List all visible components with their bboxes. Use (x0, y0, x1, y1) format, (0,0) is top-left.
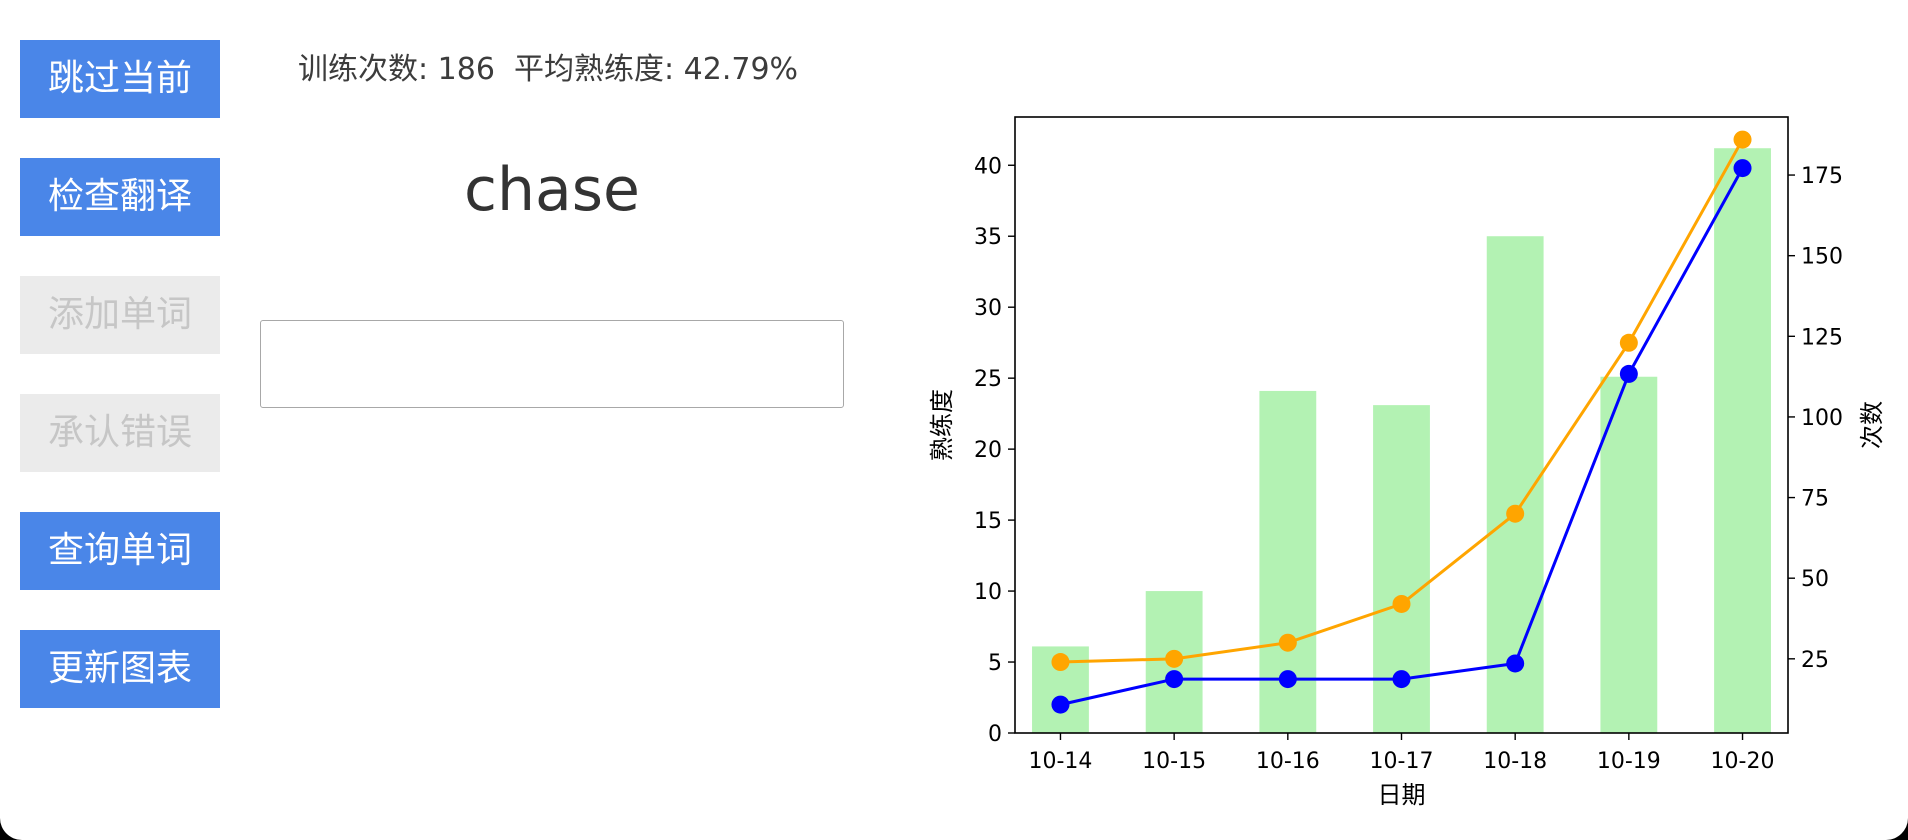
left-axis-tick-label: 20 (974, 438, 1002, 463)
x-axis-tick-label: 10-15 (1142, 749, 1206, 774)
training-stats: 训练次数: 186 平均熟练度: 42.79% (298, 44, 798, 88)
left-axis-tick-label: 40 (974, 154, 1002, 179)
right-axis-tick-label: 175 (1801, 164, 1843, 189)
check-translation-button[interactable]: 检查翻译 (20, 158, 220, 236)
proficiency-line-point (1733, 159, 1752, 178)
admit-mistake-button[interactable]: 承认错误 (20, 394, 220, 472)
current-word: chase (464, 155, 640, 225)
x-axis-label: 日期 (1378, 781, 1426, 809)
left-axis-tick-label: 10 (974, 580, 1002, 605)
proficiency-bar (1714, 148, 1771, 733)
left-axis-label: 熟练度 (928, 389, 956, 461)
right-axis-tick-label: 100 (1801, 406, 1843, 431)
proficiency-bar (1600, 376, 1658, 733)
average-proficiency-label: 平均熟练度: (514, 52, 675, 87)
training-count-value: 186 (437, 52, 495, 87)
app-window: 跳过当前 检查翻译 添加单词 承认错误 查询单词 更新图表 训练次数: 186 … (0, 0, 1908, 840)
x-axis-tick-label: 10-20 (1711, 749, 1775, 774)
lookup-word-button[interactable]: 查询单词 (20, 512, 220, 590)
right-axis-tick-label: 25 (1801, 648, 1829, 673)
refresh-chart-button[interactable]: 更新图表 (20, 630, 220, 708)
x-axis-tick-label: 10-16 (1256, 749, 1320, 774)
left-axis-tick-label: 30 (974, 296, 1002, 321)
left-axis-tick-label: 25 (974, 367, 1002, 392)
right-axis-label: 次数 (1858, 401, 1886, 449)
proficiency-line-point (1165, 670, 1184, 689)
count-line-point (1165, 649, 1184, 668)
proficiency-line-point (1506, 654, 1525, 673)
translation-input[interactable] (260, 320, 844, 408)
count-line-point (1506, 504, 1525, 523)
average-proficiency-value: 42.79% (683, 52, 799, 87)
right-axis-tick-label: 125 (1801, 325, 1843, 350)
proficiency-line-point (1392, 670, 1411, 689)
left-axis-tick-label: 0 (988, 722, 1002, 747)
proficiency-line-point (1051, 695, 1070, 714)
count-line-point (1733, 130, 1752, 149)
x-axis-tick-label: 10-19 (1597, 749, 1661, 774)
training-count-label: 训练次数: (298, 52, 429, 87)
count-line-point (1278, 633, 1297, 652)
left-axis-tick-label: 15 (974, 509, 1002, 534)
right-axis-tick-label: 75 (1801, 487, 1829, 512)
count-line-point (1051, 653, 1070, 672)
x-axis-tick-label: 10-18 (1483, 749, 1547, 774)
add-word-button[interactable]: 添加单词 (20, 276, 220, 354)
right-axis-tick-label: 50 (1801, 567, 1829, 592)
x-axis-tick-label: 10-14 (1029, 749, 1093, 774)
proficiency-line-point (1278, 670, 1297, 689)
left-axis-tick-label: 5 (988, 651, 1002, 676)
proficiency-line-point (1619, 364, 1638, 383)
x-axis-tick-label: 10-17 (1370, 749, 1434, 774)
count-line-point (1619, 333, 1638, 352)
left-axis-tick-label: 35 (974, 225, 1002, 250)
skip-current-button[interactable]: 跳过当前 (20, 40, 220, 118)
count-line-point (1392, 594, 1411, 613)
progress-chart: 0 5 10 15 20 25 30 35 40 25 50 75 100 125 150 175 10-14 1… (928, 116, 1886, 809)
right-axis-tick-label: 150 (1801, 245, 1843, 270)
